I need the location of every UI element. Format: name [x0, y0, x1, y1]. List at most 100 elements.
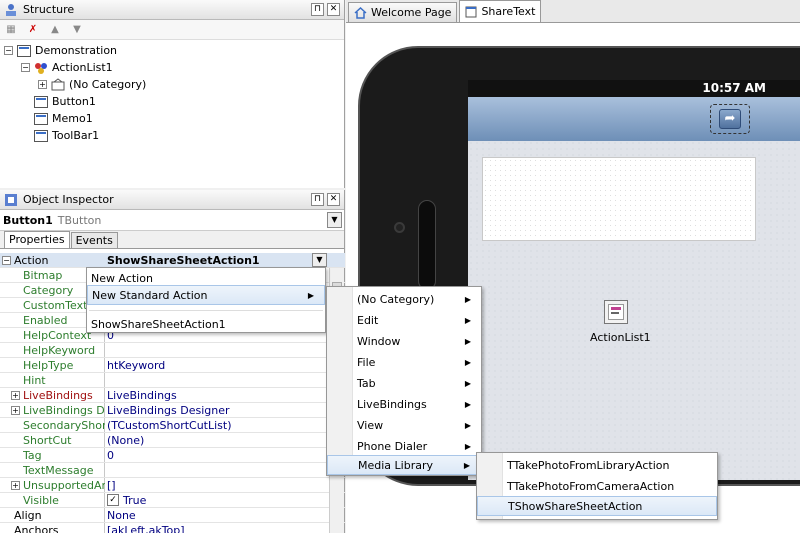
property-row[interactable]: Visible ✓ True — [0, 493, 345, 508]
property-name: LiveBindings — [23, 388, 93, 402]
menu-item-show-share-sheet[interactable]: TShowShareSheetAction — [477, 496, 717, 516]
expand-icon[interactable]: + — [11, 390, 20, 400]
component-icon — [34, 112, 48, 125]
checkbox-icon[interactable]: ✓ — [107, 494, 119, 506]
submenu-arrow-icon: ▶ — [464, 378, 471, 388]
pin-icon[interactable]: ⊓ — [311, 193, 324, 206]
menu-item-take-photo-camera[interactable]: TTakePhotoFromCameraAction — [477, 476, 717, 496]
delete-icon[interactable]: ✗ — [25, 23, 41, 37]
tab-properties[interactable]: Properties — [4, 231, 70, 248]
collapse-icon[interactable]: − — [4, 46, 13, 55]
property-row[interactable]: Tag 0 — [0, 448, 345, 463]
menu-item-label: ShowShareSheetAction1 — [91, 317, 226, 331]
menu-item-label: View — [357, 418, 384, 432]
menu-item-showsharesheetaction1[interactable]: ShowShareSheetAction1 — [87, 314, 325, 334]
property-row[interactable]: SecondaryShortCuts (TCustomShortCutList) — [0, 418, 345, 433]
property-row[interactable]: Hint — [0, 373, 345, 388]
toolbar1[interactable] — [468, 97, 800, 141]
tree-item-toolbar1[interactable]: ToolBar1 — [34, 127, 99, 144]
menu-item-window[interactable]: Window ▶ — [327, 331, 481, 351]
menu-item-phone-dialer[interactable]: Phone Dialer ▶ — [327, 436, 481, 456]
menu-item-label: (No Category) — [357, 292, 435, 306]
property-row[interactable]: HelpType htKeyword — [0, 358, 345, 373]
close-icon[interactable]: ✕ — [327, 193, 340, 206]
menu-item-edit[interactable]: Edit ▶ — [327, 310, 481, 330]
menu-item-label: TTakePhotoFromLibraryAction — [507, 458, 670, 472]
pin-icon[interactable]: ⊓ — [311, 3, 324, 16]
menu-item-no-category[interactable]: (No Category) ▶ — [327, 289, 481, 309]
menu-item-media-library[interactable]: Media Library ▶ — [327, 455, 481, 475]
tree-item-label: Memo1 — [52, 112, 93, 125]
expand-icon[interactable]: + — [11, 405, 20, 415]
media-library-submenu: TTakePhotoFromLibraryAction TTakePhotoFr… — [476, 452, 718, 520]
tree-item-button1[interactable]: Button1 — [34, 93, 96, 110]
property-value: None — [107, 508, 136, 522]
chevron-down-icon[interactable]: ▼ — [312, 253, 327, 267]
property-row[interactable]: + LiveBindings Designer LiveBindings Des… — [0, 403, 345, 418]
selected-component-name: Button1 — [3, 213, 53, 227]
submenu-arrow-icon: ▶ — [307, 290, 314, 300]
add-icon[interactable]: ▦ — [3, 23, 19, 37]
menu-item-take-photo-library[interactable]: TTakePhotoFromLibraryAction — [477, 455, 717, 475]
menu-item-view[interactable]: View ▶ — [327, 415, 481, 435]
actionlist-icon — [35, 62, 47, 74]
structure-icon — [6, 3, 16, 16]
tab-welcome-page[interactable]: Welcome Page — [348, 2, 458, 22]
property-value: LiveBindings — [107, 388, 177, 402]
submenu-arrow-icon: ▶ — [464, 357, 471, 367]
property-row[interactable]: + LiveBindings LiveBindings — [0, 388, 345, 403]
property-row[interactable]: + UnsupportedArchitectures [] — [0, 478, 345, 493]
expand-icon[interactable]: + — [38, 80, 47, 89]
menu-item-label: LiveBindings — [357, 397, 427, 411]
component-icon — [34, 129, 48, 142]
menu-item-label: TTakePhotoFromCameraAction — [507, 479, 675, 493]
object-inspector-icon — [5, 193, 17, 206]
property-value: True — [123, 493, 147, 507]
menu-separator — [89, 310, 323, 311]
tab-label: Welcome Page — [371, 6, 452, 19]
property-name: UnsupportedArchitectures — [23, 478, 105, 492]
property-row[interactable]: TextMessage — [0, 463, 345, 478]
move-down-icon[interactable]: ▼ — [69, 23, 85, 37]
property-value: (None) — [107, 433, 145, 447]
share-icon: ➦ — [719, 109, 741, 129]
submenu-arrow-icon: ▶ — [464, 420, 471, 430]
tab-sharetext[interactable]: ShareText — [459, 0, 542, 22]
menu-item-tab[interactable]: Tab ▶ — [327, 373, 481, 393]
property-value: htKeyword — [107, 358, 166, 372]
structure-title: Structure — [23, 3, 75, 16]
menu-item-file[interactable]: File ▶ — [327, 352, 481, 372]
tab-events[interactable]: Events — [70, 232, 118, 248]
submenu-arrow-icon: ▶ — [464, 336, 471, 346]
selected-component-type: TButton — [57, 213, 102, 227]
object-inspector-title-bar: Object Inspector ⊓ ✕ — [0, 190, 344, 210]
share-button[interactable]: ➦ — [710, 104, 750, 134]
inspector-tabs: Properties Events — [0, 231, 344, 249]
component-selector[interactable]: Button1 TButton ▼ — [0, 210, 344, 231]
property-row-action[interactable]: − Action ShowShareSheetAction1 ▼ — [0, 253, 345, 268]
menu-item-new-standard-action[interactable]: New Standard Action ▶ — [87, 285, 325, 305]
collapse-icon[interactable]: − — [21, 63, 30, 72]
menu-item-label: TShowShareSheetAction — [508, 499, 643, 513]
memo1[interactable] — [482, 157, 756, 241]
tree-item-no-category[interactable]: + (No Category) — [38, 76, 146, 93]
property-row[interactable]: Anchors [akLeft,akTop] — [0, 523, 345, 533]
tree-item-actionlist[interactable]: − ActionList1 — [21, 59, 113, 76]
property-name: Tag — [23, 448, 42, 462]
property-row[interactable]: HelpKeyword — [0, 343, 345, 358]
move-up-icon[interactable]: ▲ — [47, 23, 63, 37]
property-name: Hint — [23, 373, 46, 387]
collapse-icon[interactable]: − — [2, 255, 11, 265]
object-inspector-title: Object Inspector — [23, 193, 114, 206]
property-row[interactable]: Align None — [0, 508, 345, 523]
property-name: TextMessage — [23, 463, 94, 477]
close-icon[interactable]: ✕ — [327, 3, 340, 16]
document-tabs: Welcome Page ShareText — [346, 0, 800, 23]
tree-item-demonstration[interactable]: − Demonstration — [4, 42, 117, 59]
menu-item-livebindings[interactable]: LiveBindings ▶ — [327, 394, 481, 414]
expand-icon[interactable]: + — [11, 480, 20, 490]
chevron-down-icon[interactable]: ▼ — [327, 212, 342, 228]
property-row[interactable]: ShortCut (None) — [0, 433, 345, 448]
tree-item-memo1[interactable]: Memo1 — [34, 110, 93, 127]
actionlist-component-icon[interactable] — [604, 300, 628, 324]
